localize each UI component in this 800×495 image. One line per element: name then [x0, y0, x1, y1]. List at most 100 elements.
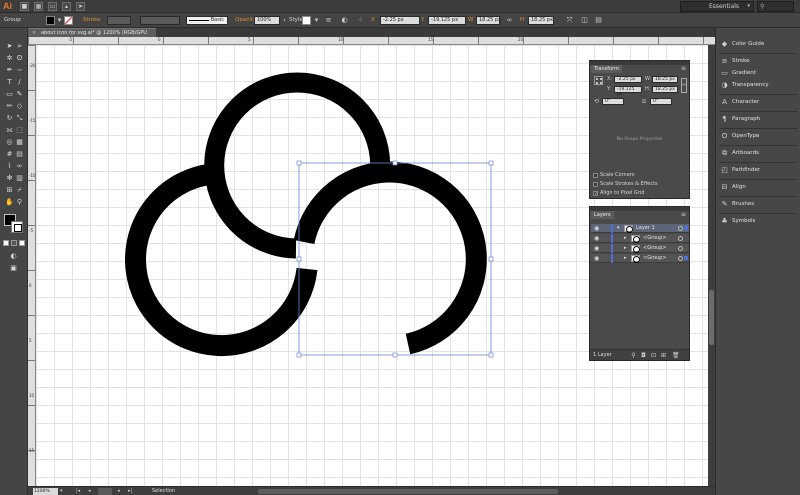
layer-row[interactable]: ◉ ▸ <Group>: [591, 254, 689, 263]
tab-layers[interactable]: Layers: [591, 211, 614, 219]
layer-row[interactable]: ◉ ▸ <Group>: [591, 244, 689, 253]
symbol-sprayer-tool-icon[interactable]: ✻: [5, 174, 14, 183]
align-icon[interactable]: ≡: [324, 16, 333, 25]
dock-item-color-guide[interactable]: ◆ Color Guide: [716, 38, 800, 54]
mesh-tool-icon[interactable]: #: [5, 150, 14, 159]
chevron-right-icon[interactable]: ›: [280, 16, 289, 25]
line-tool-icon[interactable]: /: [15, 78, 24, 87]
reference-point-icon[interactable]: [594, 76, 603, 85]
constrain-proportions-icon[interactable]: ∞: [681, 78, 687, 93]
direct-selection-tool-icon[interactable]: ➢: [15, 42, 24, 51]
type-tool-icon[interactable]: T: [5, 78, 14, 87]
status-text[interactable]: Selection: [152, 488, 175, 495]
layer-name[interactable]: <Group>: [643, 234, 667, 243]
scale-tool-icon[interactable]: ⤡: [15, 114, 24, 123]
dock-item-pathfinder[interactable]: ◰ Pathfinder: [716, 164, 800, 180]
graphic-style-swatch[interactable]: [302, 16, 311, 25]
eye-icon[interactable]: ◉: [594, 225, 599, 232]
fill-color-swatch[interactable]: [46, 16, 55, 25]
document-tab[interactable]: × about icon for svg.ai* @ 1200% (RGB/GP…: [28, 28, 156, 44]
transform-icon[interactable]: ⤧: [565, 16, 574, 25]
chevron-down-icon[interactable]: ▾: [617, 225, 620, 232]
color-mode-swatch[interactable]: [3, 240, 9, 246]
layer-row[interactable]: ◉ ▸ <Group>: [591, 234, 689, 243]
width-field[interactable]: 18.25 px: [476, 16, 501, 25]
new-layer-icon[interactable]: ⊞: [660, 352, 667, 359]
chevron-right-icon[interactable]: ▸: [624, 245, 627, 252]
dock-item-align[interactable]: ⊟ Align: [716, 181, 800, 197]
locate-object-icon[interactable]: ⚲: [630, 352, 637, 359]
paintbrush-tool-icon[interactable]: ✎: [15, 90, 24, 99]
pencil-tool-icon[interactable]: ✏: [5, 102, 14, 111]
transform-x-field[interactable]: -2.25 px: [614, 76, 642, 83]
transform-height-field[interactable]: 18.25 px: [652, 86, 678, 93]
launch-icon[interactable]: ➤: [76, 2, 85, 11]
eraser-tool-icon[interactable]: ◇: [15, 102, 24, 111]
artboard-tool-icon[interactable]: ⊞: [5, 186, 14, 195]
clipping-mask-icon[interactable]: ◘: [640, 352, 647, 359]
chevron-right-icon[interactable]: ▸: [624, 255, 627, 262]
horizontal-ruler[interactable]: -5 0 5 10 15 20: [28, 37, 715, 45]
y-field[interactable]: -19.125 px: [428, 16, 466, 25]
target-icon[interactable]: [678, 226, 683, 231]
dock-item-symbols[interactable]: ♣ Symbols: [716, 215, 800, 229]
vertical-scrollbar-thumb[interactable]: [709, 290, 714, 345]
shape-builder-tool-icon[interactable]: ◎: [5, 138, 14, 147]
recolor-artwork-icon[interactable]: ◐: [340, 16, 349, 25]
shear-field[interactable]: 0°: [650, 98, 672, 105]
stroke-color-swatch[interactable]: [64, 16, 73, 25]
layer-name[interactable]: <Group>: [643, 254, 667, 263]
rotate-tool-icon[interactable]: ↻: [5, 114, 14, 123]
gradient-mode-swatch[interactable]: [11, 240, 17, 246]
blend-tool-icon[interactable]: ∞: [15, 162, 24, 171]
cloud-sync-icon[interactable]: ▴: [62, 2, 71, 11]
bridge-button[interactable]: ■: [20, 2, 29, 11]
eye-icon[interactable]: ◉: [594, 245, 599, 252]
dock-item-paragraph[interactable]: ¶ Paragraph: [716, 113, 800, 129]
target-icon[interactable]: [678, 256, 683, 261]
x-field[interactable]: -2.25 px: [380, 16, 420, 25]
none-mode-swatch[interactable]: [19, 240, 25, 246]
brush-definition-field[interactable]: Basic: [186, 16, 228, 25]
stroke-label[interactable]: Stroke: [83, 16, 101, 25]
rotate-field[interactable]: 0°: [602, 98, 624, 105]
panel-menu-icon[interactable]: ≡: [681, 211, 686, 219]
vertical-scrollbar[interactable]: [708, 45, 715, 486]
dock-item-artboards[interactable]: ⧉ Artboards: [716, 147, 800, 163]
column-graph-tool-icon[interactable]: ▥: [15, 174, 24, 183]
close-icon[interactable]: ×: [32, 29, 36, 37]
horizontal-scrollbar-thumb[interactable]: [258, 489, 558, 494]
reference-point-icon[interactable]: ⁘: [356, 16, 365, 25]
layer-row[interactable]: ◉ ▾ Layer 1: [591, 224, 689, 233]
free-transform-tool-icon[interactable]: ⬚: [15, 126, 24, 135]
isolate-group-icon[interactable]: ◫: [580, 16, 589, 25]
pen-tool-icon[interactable]: ✒: [5, 66, 14, 75]
link-icon[interactable]: ∞: [505, 16, 514, 25]
magic-wand-tool-icon[interactable]: ✲: [5, 54, 14, 63]
artboard-nav-prev-icon[interactable]: ◂: [88, 488, 91, 495]
lasso-tool-icon[interactable]: ʘ: [15, 54, 24, 63]
layer-name[interactable]: Layer 1: [636, 224, 655, 233]
selection-indicator[interactable]: [684, 256, 688, 260]
dock-item-brushes[interactable]: ✎ Brushes: [716, 198, 800, 214]
width-tool-icon[interactable]: ⟗: [5, 126, 14, 135]
transform-width-field[interactable]: 18.25 px: [652, 76, 678, 83]
scale-strokes-checkbox[interactable]: [593, 182, 598, 187]
stroke-weight-field[interactable]: [107, 16, 131, 25]
align-pixel-grid-checkbox[interactable]: ✓: [593, 191, 598, 197]
workspace-switcher[interactable]: Essentials ▾: [680, 1, 754, 12]
opacity-field[interactable]: 100%: [254, 16, 280, 25]
variable-width-profile[interactable]: [140, 16, 180, 25]
transform-y-field[interactable]: -19.125 px: [614, 86, 642, 97]
eye-icon[interactable]: ◉: [594, 255, 599, 262]
tab-transform[interactable]: Transform: [591, 65, 622, 73]
rectangle-tool-icon[interactable]: ▭: [5, 90, 14, 99]
options-icon[interactable]: ▤: [594, 16, 603, 25]
gradient-tool-icon[interactable]: ▤: [15, 150, 24, 159]
selection-indicator[interactable]: [684, 226, 688, 230]
delete-layer-icon[interactable]: 🗑: [672, 352, 680, 359]
curvature-tool-icon[interactable]: ∽: [15, 66, 24, 75]
draw-mode-icon[interactable]: ◐: [9, 252, 18, 261]
zoom-tool-icon[interactable]: ⚲: [15, 198, 24, 207]
artboard-nav-last-icon[interactable]: ▸|: [128, 488, 132, 495]
